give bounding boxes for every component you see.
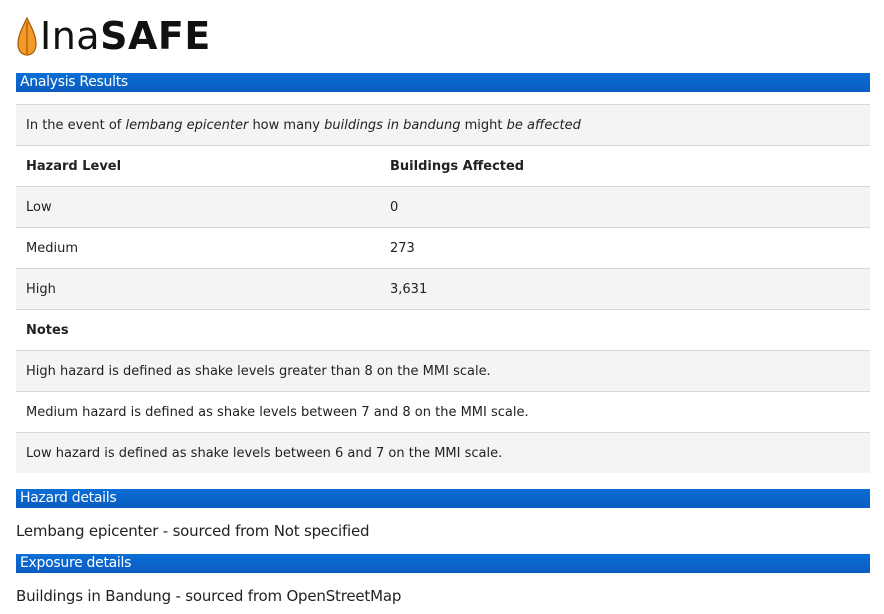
note-text: Medium hazard is defined as shake levels… — [16, 391, 870, 433]
column-header-buildings-affected: Buildings Affected — [380, 145, 870, 187]
column-header-hazard-level: Hazard Level — [16, 145, 380, 187]
note-row: High hazard is defined as shake levels g… — [16, 350, 870, 392]
analysis-results-table: In the event of lembang epicenter how ma… — [16, 104, 870, 473]
question-part-2: how many — [248, 117, 325, 133]
note-row: Low hazard is defined as shake levels be… — [16, 432, 870, 473]
question-exposure: buildings in bandung — [324, 117, 461, 133]
table-row: High 3,631 — [16, 268, 870, 310]
hazard-level-cell: High — [16, 268, 380, 310]
inasafe-logo: InaSAFE — [16, 14, 211, 58]
table-row: Medium 273 — [16, 227, 870, 269]
table-row: Low 0 — [16, 186, 870, 228]
hazard-level-cell: Low — [16, 186, 380, 228]
question-row: In the event of lembang epicenter how ma… — [16, 104, 870, 146]
question-part-1: In the event of — [26, 117, 126, 133]
notes-heading: Notes — [16, 309, 870, 351]
question-hazard: lembang epicenter — [125, 117, 249, 133]
hazard-level-cell: Medium — [16, 227, 380, 269]
exposure-details-text: Buildings in Bandung - sourced from Open… — [16, 587, 402, 605]
table-header-row: Hazard Level Buildings Affected — [16, 145, 870, 187]
teardrop-flame-icon — [17, 16, 37, 56]
note-text: Low hazard is defined as shake levels be… — [16, 432, 870, 473]
logo-wordmark: InaSAFE — [40, 16, 211, 56]
buildings-affected-cell: 3,631 — [380, 268, 870, 310]
question-cell: In the event of lembang epicenter how ma… — [16, 104, 870, 146]
logo-wordmark-light: Ina — [40, 14, 101, 58]
notes-heading-row: Notes — [16, 309, 870, 351]
buildings-affected-cell: 273 — [380, 227, 870, 269]
note-text: High hazard is defined as shake levels g… — [16, 350, 870, 392]
hazard-details-heading: Hazard details — [16, 489, 870, 508]
hazard-details-text: Lembang epicenter - sourced from Not spe… — [16, 522, 370, 540]
question-part-3: might — [460, 117, 507, 133]
question-impact: be affected — [506, 117, 581, 133]
exposure-details-heading: Exposure details — [16, 554, 870, 573]
buildings-affected-cell: 0 — [380, 186, 870, 228]
analysis-results-heading: Analysis Results — [16, 73, 870, 92]
note-row: Medium hazard is defined as shake levels… — [16, 391, 870, 433]
logo-wordmark-bold: SAFE — [100, 14, 211, 58]
